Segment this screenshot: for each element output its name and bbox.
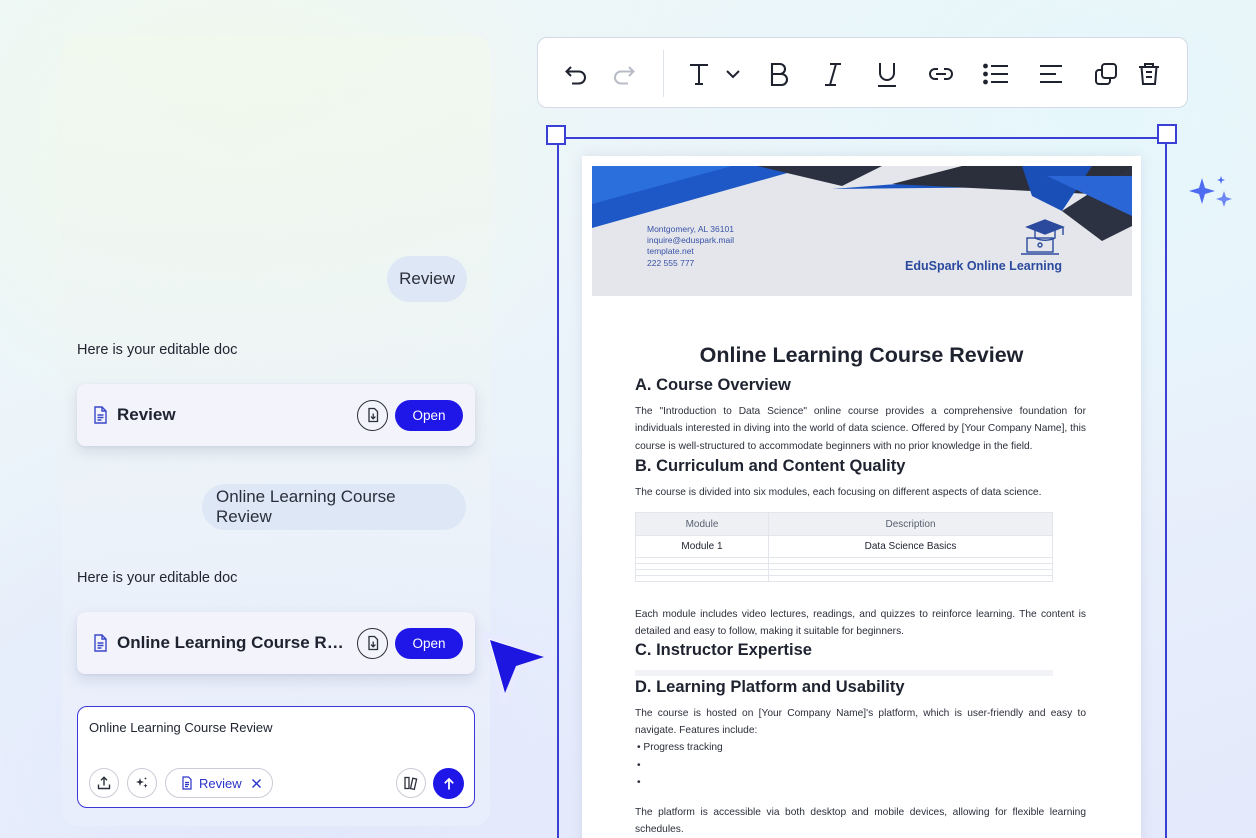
library-button[interactable] <box>396 768 426 798</box>
upload-button[interactable] <box>89 768 119 798</box>
user-message: Review <box>387 256 467 302</box>
upload-icon <box>97 776 111 790</box>
formatting-toolbar <box>537 37 1188 108</box>
selection-frame <box>557 137 1167 838</box>
bold-icon <box>770 62 788 87</box>
underline-button[interactable] <box>873 60 901 88</box>
link-icon <box>929 68 953 80</box>
file-icon <box>89 632 111 654</box>
attachment-label: Review <box>199 775 242 791</box>
library-icon <box>404 776 418 791</box>
text-icon <box>690 64 740 85</box>
assistant-message: Here is your editable doc <box>77 342 238 358</box>
assistant-message: Here is your editable doc <box>77 570 238 586</box>
trash-icon <box>1139 63 1159 85</box>
ai-assist-button[interactable] <box>127 768 157 798</box>
close-icon[interactable] <box>251 778 262 789</box>
file-icon <box>89 404 111 426</box>
italic-icon <box>825 63 841 86</box>
resize-handle-top-right[interactable] <box>1157 124 1177 144</box>
download-button[interactable] <box>357 627 388 659</box>
redo-button[interactable] <box>610 60 638 88</box>
align-left-icon <box>1040 65 1062 83</box>
doc-card[interactable]: Review Open <box>77 384 475 446</box>
undo-button[interactable] <box>562 60 590 88</box>
sparkle-icon <box>1189 176 1232 207</box>
toolbar-divider <box>663 50 664 97</box>
duplicate-button[interactable] <box>1092 60 1120 88</box>
open-button[interactable]: Open <box>395 399 463 431</box>
composer-input[interactable]: Online Learning Course Review <box>89 720 273 735</box>
doc-card-title: Online Learning Course Revi... <box>117 633 353 652</box>
text-style-dropdown[interactable] <box>686 60 746 88</box>
attachment-chip[interactable]: Review <box>165 768 273 798</box>
download-icon <box>367 407 378 423</box>
bullet-list-button[interactable] <box>982 60 1010 88</box>
redo-icon <box>614 66 635 85</box>
download-button[interactable] <box>357 399 388 431</box>
download-icon <box>367 635 378 651</box>
file-icon <box>182 776 192 790</box>
doc-card-title: Review <box>117 405 176 424</box>
resize-handle-top-left[interactable] <box>546 125 566 145</box>
list-icon <box>983 63 1008 85</box>
cursor-pointer-icon <box>481 631 555 705</box>
bold-button[interactable] <box>765 60 793 88</box>
open-button[interactable]: Open <box>395 627 463 659</box>
arrow-up-icon <box>443 777 454 789</box>
undo-icon <box>565 66 586 85</box>
send-button[interactable] <box>433 768 464 799</box>
italic-button[interactable] <box>819 60 847 88</box>
doc-card[interactable]: Online Learning Course Revi... Open <box>77 612 475 674</box>
delete-button[interactable] <box>1135 60 1163 88</box>
duplicate-icon <box>1095 63 1117 85</box>
message-composer[interactable]: Online Learning Course Review Review <box>77 706 475 808</box>
user-message: Online Learning Course Review <box>202 484 466 530</box>
underline-icon <box>878 63 896 87</box>
align-button[interactable] <box>1037 60 1065 88</box>
sparkle-icon <box>136 777 148 788</box>
link-button[interactable] <box>927 60 955 88</box>
